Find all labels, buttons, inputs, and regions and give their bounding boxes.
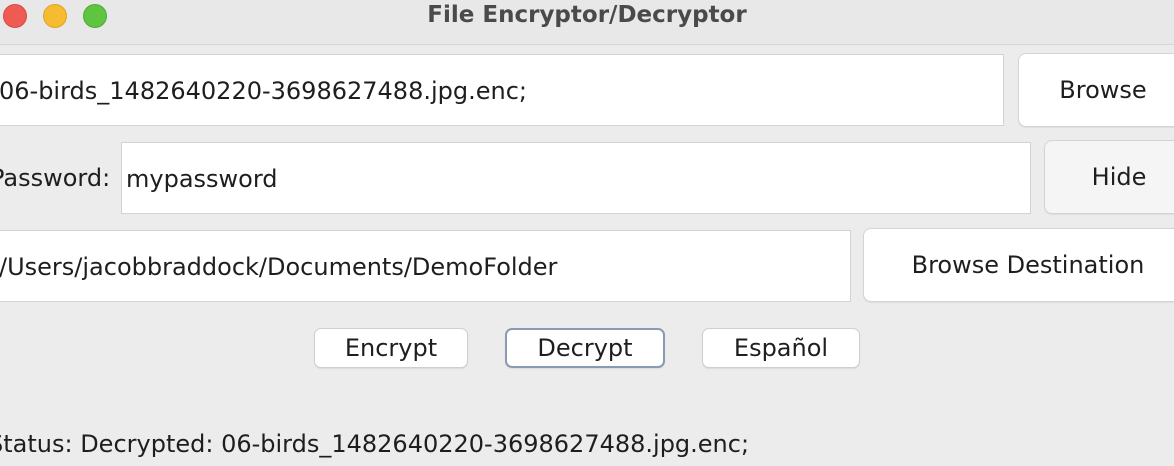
file-path-field[interactable]: 06-birds_1482640220-3698627488.jpg.enc; bbox=[0, 54, 1004, 126]
browse-destination-button[interactable]: Browse Destination bbox=[863, 228, 1174, 302]
decrypt-button[interactable]: Decrypt bbox=[505, 328, 665, 368]
status-text: Status: Decrypted: 06-birds_1482640220-3… bbox=[0, 430, 750, 458]
encrypt-button[interactable]: Encrypt bbox=[314, 328, 468, 368]
password-label: Password: bbox=[0, 164, 111, 192]
title-bar: File Encryptor/Decryptor bbox=[0, 0, 1174, 45]
browse-button[interactable]: Browse bbox=[1018, 53, 1174, 127]
hide-password-button[interactable]: Hide bbox=[1044, 140, 1174, 214]
destination-path-field[interactable]: /Users/jacobbraddock/Documents/DemoFolde… bbox=[0, 230, 851, 302]
window-title: File Encryptor/Decryptor bbox=[427, 2, 747, 28]
password-field[interactable]: mypassword bbox=[121, 142, 1031, 214]
language-button[interactable]: Español bbox=[702, 328, 860, 368]
